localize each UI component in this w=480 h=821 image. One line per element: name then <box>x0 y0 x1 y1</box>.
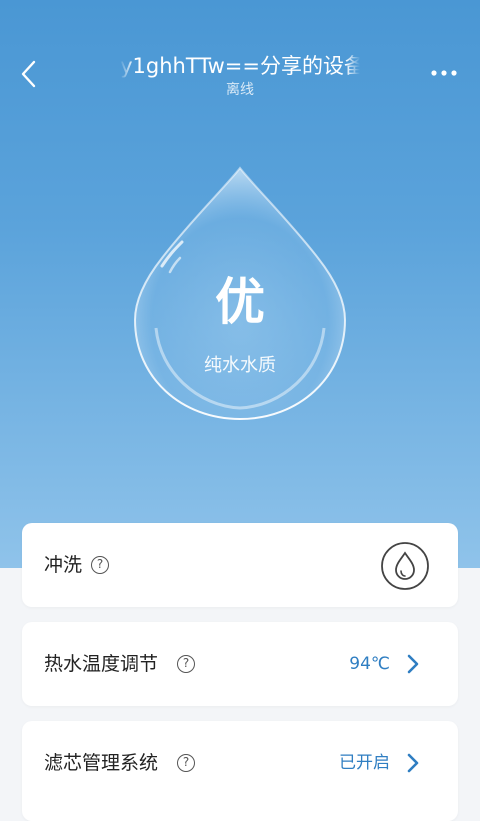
water-drop-icon <box>381 542 429 590</box>
chevron-right-icon <box>407 654 419 674</box>
more-button[interactable] <box>424 58 464 88</box>
hot-water-temp-help-icon[interactable]: ? <box>177 655 195 673</box>
flush-help-icon[interactable]: ? <box>91 556 109 574</box>
hot-water-temp-value: 94℃ <box>349 654 390 674</box>
hot-water-temp-card[interactable]: 热水温度调节 ? 94℃ <box>22 622 458 706</box>
flush-button[interactable] <box>380 541 430 591</box>
page-title-container: y1ghhTTw==分享的设备 <box>120 52 360 82</box>
page-title: y1ghhTTw==分享的设备 <box>120 54 360 78</box>
filter-management-label: 滤芯管理系统 <box>44 752 159 774</box>
filter-management-help-icon[interactable]: ? <box>177 754 195 772</box>
more-horizontal-icon <box>431 70 457 76</box>
chevron-right-icon <box>407 753 419 773</box>
hot-water-temp-label: 热水温度调节 <box>44 653 159 675</box>
filter-management-card[interactable]: 滤芯管理系统 ? 已开启 <box>22 721 458 821</box>
filter-management-value: 已开启 <box>339 753 390 773</box>
device-status: 离线 <box>226 82 254 98</box>
flush-label: 冲洗 <box>44 554 83 576</box>
water-quality-grade: 优 <box>215 273 265 331</box>
flush-card: 冲洗 ? <box>22 523 458 607</box>
water-quality-label: 纯水水质 <box>204 355 276 376</box>
